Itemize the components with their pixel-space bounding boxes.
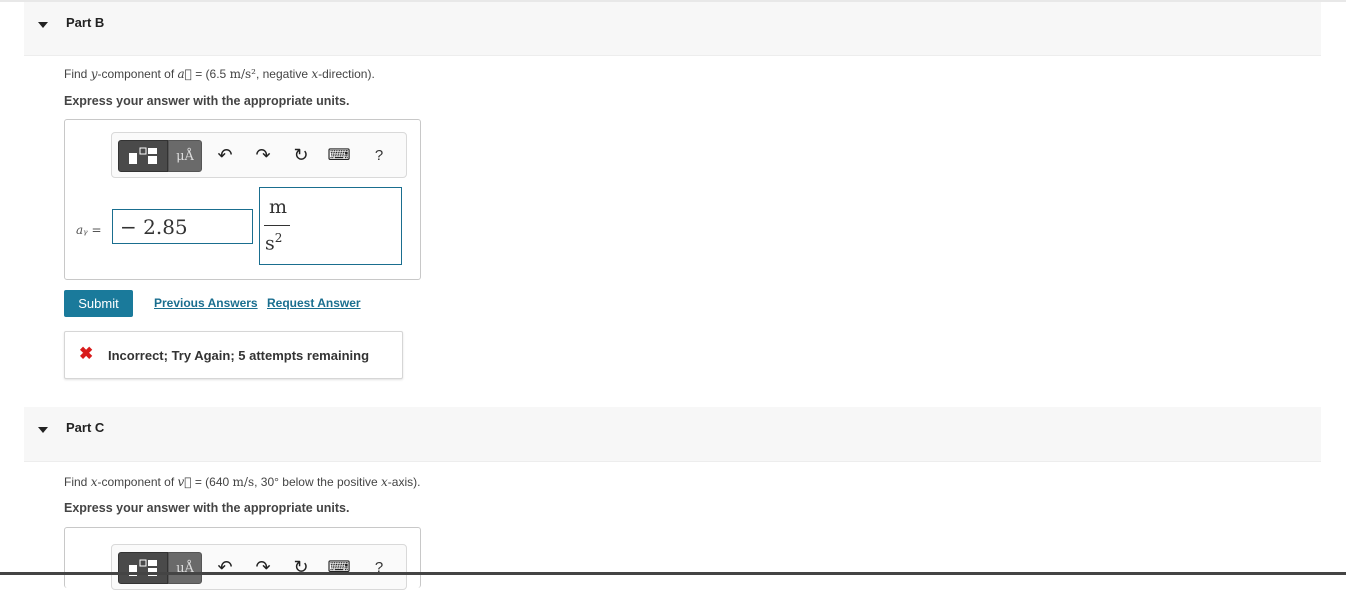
incorrect-x-icon: ✖ bbox=[79, 344, 94, 363]
template-grid-icon bbox=[129, 147, 157, 164]
question-text: , negative bbox=[255, 67, 312, 81]
question-text: -component of bbox=[97, 67, 178, 81]
question-text: = (6.5 bbox=[191, 67, 230, 81]
redo-icon[interactable]: ↷ bbox=[250, 552, 276, 582]
keyboard-icon[interactable]: ⌨ bbox=[326, 552, 352, 582]
question-text: -axis). bbox=[387, 475, 421, 489]
undo-icon[interactable]: ↶ bbox=[212, 140, 238, 170]
feedback-text: Incorrect; Try Again; 5 attempts remaini… bbox=[108, 348, 370, 363]
question-text: -direction). bbox=[318, 67, 375, 81]
part-b-question: Find y-component of a⃗ = (6.5 m/s², nega… bbox=[64, 67, 375, 81]
template-grid-button[interactable] bbox=[118, 140, 168, 172]
question-var: x bbox=[381, 475, 388, 489]
collapse-caret-icon[interactable] bbox=[38, 22, 48, 28]
part-c-question: Find x -component of v⃗ = (640 m/s, 30° b… bbox=[64, 475, 420, 489]
answer-variable-label: aᵧ = bbox=[76, 223, 102, 237]
part-b-title: Part B bbox=[66, 15, 105, 30]
part-c-title: Part C bbox=[66, 420, 105, 435]
question-text: , 30° below the positive bbox=[254, 475, 381, 489]
unit-exponent: 2 bbox=[274, 231, 283, 245]
feedback-box: ✖ Incorrect; Try Again; 5 attempts remai… bbox=[64, 331, 403, 379]
question-text: Find bbox=[64, 67, 91, 81]
help-button[interactable]: ? bbox=[366, 552, 392, 582]
question-text: = (640 bbox=[191, 475, 233, 489]
collapse-caret-icon[interactable] bbox=[38, 427, 48, 433]
math-toolbar: μÅ ↶ ↷ ↻ ⌨ ? bbox=[111, 544, 407, 590]
answer-value-input[interactable]: − 2.85 bbox=[112, 209, 253, 244]
submit-button[interactable]: Submit bbox=[64, 290, 133, 317]
reset-icon[interactable]: ↻ bbox=[288, 140, 314, 170]
part-b-answer-box: μÅ ↶ ↷ ↻ ⌨ ? aᵧ = − 2.85 m s2 bbox=[64, 119, 421, 280]
question-unit: m/s bbox=[232, 475, 255, 489]
unit-denominator-base: s bbox=[265, 232, 275, 255]
units-button[interactable]: μÅ bbox=[168, 140, 202, 172]
unit-denominator: s2 bbox=[265, 231, 282, 254]
request-answer-link[interactable]: Request Answer bbox=[267, 296, 361, 310]
previous-answers-link[interactable]: Previous Answers bbox=[154, 296, 258, 310]
math-toolbar: μÅ ↶ ↷ ↻ ⌨ ? bbox=[111, 132, 407, 178]
help-button[interactable]: ? bbox=[366, 140, 392, 170]
undo-icon[interactable]: ↶ bbox=[212, 552, 238, 582]
question-text: Find bbox=[64, 475, 91, 489]
reset-icon[interactable]: ↻ bbox=[288, 552, 314, 582]
question-text: -component of bbox=[97, 475, 178, 489]
template-grid-icon bbox=[129, 559, 157, 576]
part-b-header[interactable]: Part B bbox=[24, 2, 1321, 56]
units-button[interactable]: μÅ bbox=[168, 552, 202, 584]
redo-icon[interactable]: ↷ bbox=[250, 140, 276, 170]
part-c-header[interactable]: Part C bbox=[24, 407, 1321, 462]
unit-numerator: m bbox=[269, 196, 288, 218]
question-unit: m/s² bbox=[229, 67, 256, 81]
template-grid-button[interactable] bbox=[118, 552, 168, 584]
answer-unit-input[interactable]: m s2 bbox=[259, 187, 402, 265]
keyboard-icon[interactable]: ⌨ bbox=[326, 140, 352, 170]
part-b-instruction: Express your answer with the appropriate… bbox=[64, 94, 350, 108]
fraction-bar bbox=[264, 225, 290, 226]
question-vector: v⃗ bbox=[177, 475, 192, 489]
question-vector: a⃗ bbox=[177, 67, 192, 81]
part-c-answer-box: μÅ ↶ ↷ ↻ ⌨ ? bbox=[64, 527, 421, 590]
part-c-instruction: Express your answer with the appropriate… bbox=[64, 501, 350, 515]
